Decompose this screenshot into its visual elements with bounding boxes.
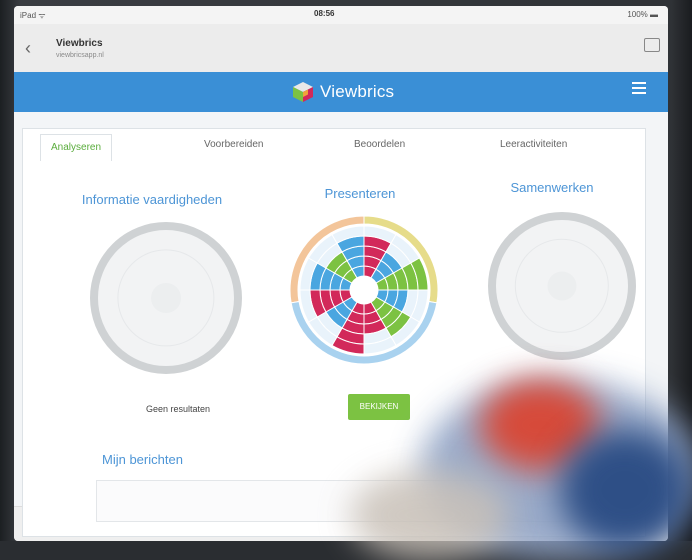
hamburger-menu-icon[interactable] <box>632 82 646 96</box>
tab-leeractiviteiten[interactable]: Leeractiviteiten <box>500 132 567 158</box>
empty-rubric-wheel[interactable] <box>90 222 242 374</box>
brand-name: Viewbrics <box>320 82 395 101</box>
status-bar: iPad ᯤ 08:56 100% ▬ <box>14 6 668 24</box>
site-url[interactable]: viewbricsapp.nl <box>56 52 104 59</box>
browser-toolbar: ‹ Viewbrics viewbricsapp.nl <box>14 24 668 73</box>
app-header: Viewbrics <box>14 72 668 112</box>
messages-title: Mijn berichten <box>102 452 183 467</box>
cube-logo-icon <box>293 82 313 102</box>
rubric-wheel[interactable] <box>288 214 440 366</box>
tab-beoordelen[interactable]: Beoordelen <box>354 132 405 158</box>
battery-indicator: 100% ▬ <box>627 10 658 19</box>
widget-title-informatie: Informatie vaardigheden <box>81 192 223 207</box>
site-title: Viewbrics <box>56 38 103 49</box>
no-results-label: Geen resultaten <box>146 404 211 414</box>
back-button[interactable]: ‹ <box>18 38 38 58</box>
tabs-icon[interactable] <box>644 38 660 52</box>
tab-analyseren[interactable]: Analyseren <box>40 134 113 161</box>
clock: 08:56 <box>314 9 335 18</box>
brand-logo[interactable]: Viewbrics <box>292 78 394 106</box>
blurred-foreground-light <box>350 470 510 560</box>
wheel-center <box>351 277 377 303</box>
tab-voorbereiden[interactable]: Voorbereiden <box>204 132 264 158</box>
empty-rubric-wheel-2[interactable] <box>488 212 636 360</box>
view-button[interactable]: BEKIJKEN <box>348 394 410 420</box>
tab-bar: Analyseren Voorbereiden Beoordelen Leera… <box>22 132 644 161</box>
widget-title-samenwerken: Samenwerken <box>510 180 594 195</box>
widget-title-presenteren: Presenteren <box>324 186 396 201</box>
carrier-label: iPad ᯤ <box>20 11 46 20</box>
chevron-left-icon: ‹ <box>25 38 31 58</box>
blurred-foreground-blue <box>560 430 690 550</box>
